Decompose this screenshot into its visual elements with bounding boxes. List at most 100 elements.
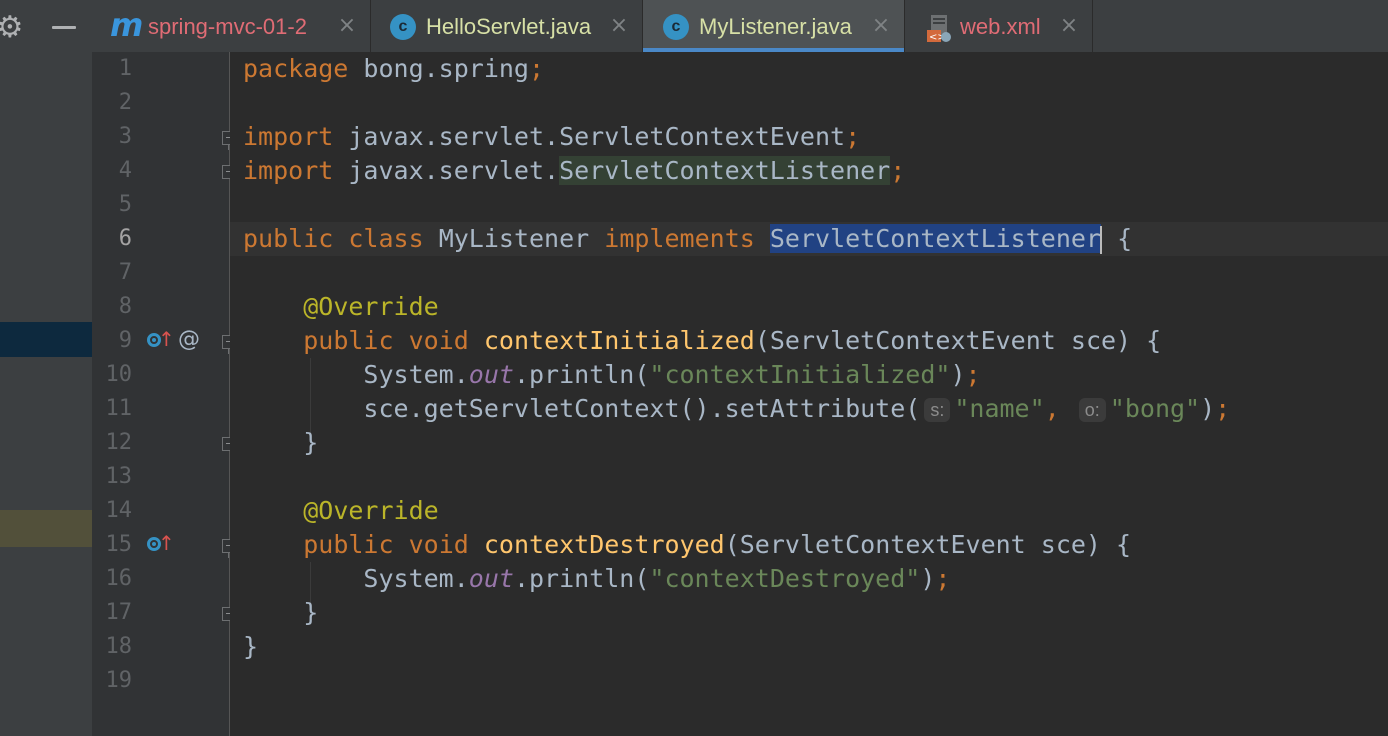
tab-label: web.xml — [960, 14, 1041, 39]
line-number[interactable]: 11 — [96, 392, 133, 426]
keyword: public — [243, 224, 334, 253]
line-number[interactable]: 17 — [96, 596, 133, 630]
up-arrow-icon[interactable]: ↑ — [158, 533, 175, 553]
line-number[interactable]: 16 — [96, 562, 133, 596]
minus-icon[interactable] — [52, 26, 76, 29]
at-annotation-icon[interactable]: @ — [178, 329, 200, 351]
code-line-18[interactable]: } — [243, 630, 258, 664]
line-number[interactable]: 7 — [96, 256, 132, 290]
code-line-10[interactable]: System.out.println("contextInitialized")… — [243, 358, 980, 392]
line-number[interactable]: 14 — [96, 494, 133, 528]
semicolon: ; — [1215, 394, 1231, 423]
project-tree-highlighted-row[interactable] — [0, 510, 92, 547]
code-line-3[interactable]: import javax.servlet.ServletContextEvent… — [243, 120, 860, 154]
keyword: public — [303, 326, 394, 355]
parameter-hint: s: — [924, 398, 951, 422]
close-icon[interactable]: × — [609, 14, 629, 38]
line-number[interactable]: 8 — [96, 290, 132, 324]
string-literal: "contextDestroyed" — [649, 564, 921, 593]
line-number[interactable]: 10 — [96, 358, 133, 392]
import-path: javax.servlet.ServletContextEvent — [333, 122, 846, 151]
string-literal: "contextInitialized" — [649, 360, 951, 389]
code-line-14[interactable]: @Override — [243, 494, 439, 528]
text-caret — [1100, 226, 1102, 254]
paren: ) — [950, 360, 966, 389]
tab-mylistener-java[interactable]: c MyListener.java × — [643, 0, 905, 52]
up-arrow-icon[interactable]: ↑ — [158, 329, 175, 349]
xml-file-icon: <> — [925, 14, 951, 43]
method-name: contextDestroyed — [483, 530, 725, 559]
close-icon[interactable]: × — [337, 14, 357, 38]
line-number[interactable]: 13 — [96, 460, 133, 494]
semicolon: ; — [528, 54, 545, 83]
comma: , — [1044, 394, 1060, 423]
code-line-17[interactable]: } — [243, 596, 318, 630]
keyword: package — [243, 54, 349, 83]
static-field: out — [468, 360, 514, 389]
java-class-icon: c — [663, 14, 689, 40]
line-number[interactable]: 6 — [96, 222, 132, 256]
parameters: (ServletContextEvent sce) { — [724, 530, 1132, 559]
maven-module-icon: m — [110, 6, 144, 44]
parameters: (ServletContextEvent sce) { — [754, 326, 1162, 355]
usage-highlight: ServletContextListener — [559, 156, 891, 185]
close-icon[interactable]: × — [871, 14, 891, 38]
tab-web-xml[interactable]: <> web.xml × — [905, 0, 1093, 52]
code-line-11[interactable]: sce.getServletContext().setAttribute(s: "… — [243, 392, 1230, 426]
tab-helloservlet-java[interactable]: c HelloServlet.java × — [371, 0, 643, 52]
tab-label: spring-mvc-01-2 — [148, 14, 307, 39]
code-line-15[interactable]: public void contextDestroyed(ServletCont… — [243, 528, 1131, 562]
paren: ) — [1200, 394, 1216, 423]
keyword: implements — [604, 224, 755, 253]
tab-label: HelloServlet.java — [426, 14, 592, 39]
code-line-9[interactable]: public void contextInitialized(ServletCo… — [243, 324, 1161, 358]
line-number[interactable]: 19 — [96, 664, 133, 698]
method-call: sce.getServletContext().setAttribute( — [363, 394, 921, 423]
code-line-4[interactable]: import javax.servlet.ServletContextListe… — [243, 154, 905, 188]
keyword: void — [408, 326, 469, 355]
line-number[interactable]: 15 — [96, 528, 133, 562]
line-number[interactable]: 9 — [96, 324, 132, 358]
object: System. — [363, 564, 469, 593]
semicolon: ; — [890, 156, 906, 185]
project-tree-selected-row[interactable] — [0, 322, 92, 357]
semicolon: ; — [845, 122, 861, 151]
code-line-8[interactable]: @Override — [243, 290, 439, 324]
line-number[interactable]: 18 — [96, 630, 133, 664]
keyword: public — [303, 530, 394, 559]
brace: } — [303, 598, 319, 627]
selected-text: ServletContextListener — [769, 224, 1101, 253]
line-number[interactable]: 5 — [96, 188, 132, 222]
brace: } — [303, 428, 319, 457]
line-number[interactable]: 3 — [96, 120, 132, 154]
package-name: bong.spring — [348, 54, 529, 83]
keyword: class — [348, 224, 424, 253]
code-line-6[interactable]: public class MyListener implements Servl… — [243, 222, 1132, 256]
line-number[interactable]: 4 — [96, 154, 132, 188]
ide-window: ⚙ m spring-mvc-01-2 × c HelloServlet.jav… — [0, 0, 1388, 736]
object: System. — [363, 360, 469, 389]
semicolon: ; — [935, 564, 951, 593]
java-class-icon: c — [390, 14, 416, 40]
gear-icon[interactable]: ⚙ — [0, 12, 26, 44]
brace: { — [1117, 224, 1133, 253]
import-path: javax.servlet. — [333, 156, 560, 185]
line-number[interactable]: 12 — [96, 426, 133, 460]
line-number[interactable]: 1 — [96, 52, 132, 86]
code-line-16[interactable]: System.out.println("contextDestroyed"); — [243, 562, 950, 596]
keyword: void — [408, 530, 469, 559]
method-call: .println( — [513, 360, 650, 389]
keyword: import — [243, 156, 334, 185]
method-call: .println( — [513, 564, 650, 593]
tab-spring-mvc-01-2[interactable]: m spring-mvc-01-2 × — [92, 0, 371, 52]
annotation: @Override — [303, 496, 439, 525]
parameter-hint: o: — [1078, 398, 1106, 422]
code-line-12[interactable]: } — [243, 426, 318, 460]
paren: ) — [920, 564, 936, 593]
code-line-1[interactable]: package bong.spring; — [243, 52, 544, 86]
close-icon[interactable]: × — [1059, 14, 1079, 38]
annotation: @Override — [303, 292, 439, 321]
static-field: out — [468, 564, 514, 593]
project-panel-strip: ⚙ — [0, 0, 92, 736]
line-number[interactable]: 2 — [96, 86, 132, 120]
